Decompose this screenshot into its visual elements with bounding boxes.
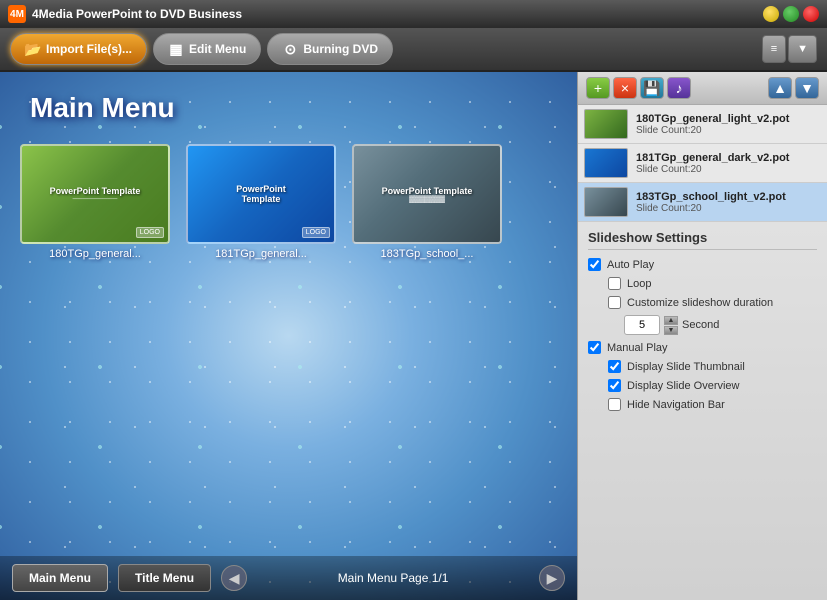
slides-grid: PowerPoint Template ───────── LOGO 180TG… xyxy=(0,134,577,270)
duration-spinner: ▲ ▼ xyxy=(664,316,678,335)
import-button[interactable]: 📂 Import File(s)... xyxy=(10,33,147,65)
template-info: 183TGp_school_light_v2.pot Slide Count:2… xyxy=(636,191,821,214)
burning-dvd-icon: ⊙ xyxy=(282,41,298,57)
template-info: 181TGp_general_dark_v2.pot Slide Count:2… xyxy=(636,152,821,175)
display-thumb-label[interactable]: Display Slide Thumbnail xyxy=(627,361,745,373)
slide-item[interactable]: PowerPoint Template ▓▓▓▓▓▓▓ 183TGp_schoo… xyxy=(352,144,502,260)
template-name: 183TGp_school_light_v2.pot xyxy=(636,191,821,203)
template-thumbnail xyxy=(584,187,628,217)
right-panel: + × 💾 ♪ ▲ ▼ 180TGp_gener xyxy=(577,72,827,600)
maximize-button[interactable] xyxy=(783,6,799,22)
slide-thumbnail: PowerPoint Template LOGO xyxy=(186,144,336,244)
minimize-button[interactable] xyxy=(763,6,779,22)
main-content: Main Menu PowerPoint Template ───────── … xyxy=(0,72,827,600)
toolbar: 📂 Import File(s)... ▦ Edit Menu ⊙ Burnin… xyxy=(0,28,827,72)
app-title: 4Media PowerPoint to DVD Business xyxy=(32,7,763,21)
music-button[interactable]: ♪ xyxy=(667,77,691,99)
slide-thumbnail: PowerPoint Template ▓▓▓▓▓▓▓ xyxy=(352,144,502,244)
template-info: 180TGp_general_light_v2.pot Slide Count:… xyxy=(636,113,821,136)
hide-nav-label[interactable]: Hide Navigation Bar xyxy=(627,399,725,411)
customize-row: Customize slideshow duration xyxy=(608,296,817,309)
list-toolbar: + × 💾 ♪ ▲ ▼ xyxy=(578,72,827,105)
import-icon: 📂 xyxy=(25,41,41,57)
preview-title: Main Menu xyxy=(0,72,577,134)
save-template-button[interactable]: 💾 xyxy=(640,77,664,99)
duration-row: ▲ ▼ Second xyxy=(624,315,817,335)
add-template-button[interactable]: + xyxy=(586,77,610,99)
display-overview-label[interactable]: Display Slide Overview xyxy=(627,380,739,392)
template-thumbnail xyxy=(584,109,628,139)
loop-label[interactable]: Loop xyxy=(627,278,651,290)
manual-play-row: Manual Play xyxy=(588,341,817,354)
preview-bottom: Main Menu Title Menu ◀ Main Menu Page 1/… xyxy=(0,556,577,600)
preview-area: Main Menu PowerPoint Template ───────── … xyxy=(0,72,577,600)
customize-label[interactable]: Customize slideshow duration xyxy=(627,297,773,309)
remove-template-button[interactable]: × xyxy=(613,77,637,99)
slide-item[interactable]: PowerPoint Template LOGO 181TGp_general.… xyxy=(186,144,336,260)
auto-play-label[interactable]: Auto Play xyxy=(607,259,654,271)
template-slide-count: Slide Count:20 xyxy=(636,203,821,214)
template-item[interactable]: 181TGp_general_dark_v2.pot Slide Count:2… xyxy=(578,144,827,183)
display-overview-row: Display Slide Overview xyxy=(608,379,817,392)
main-menu-button[interactable]: Main Menu xyxy=(12,564,108,592)
slide-name: 181TGp_general... xyxy=(215,248,307,260)
spinner-down-button[interactable]: ▼ xyxy=(664,326,678,335)
template-slide-count: Slide Count:20 xyxy=(636,125,821,136)
second-label: Second xyxy=(682,319,719,331)
manual-play-checkbox[interactable] xyxy=(588,341,601,354)
close-button[interactable] xyxy=(803,6,819,22)
hide-nav-row: Hide Navigation Bar xyxy=(608,398,817,411)
list-view-button[interactable]: ≡ xyxy=(762,35,786,63)
slide-item[interactable]: PowerPoint Template ───────── LOGO 180TG… xyxy=(20,144,170,260)
page-info: Main Menu Page 1/1 xyxy=(257,571,529,585)
customize-checkbox[interactable] xyxy=(608,296,621,309)
toolbar-right: ≡ ▼ xyxy=(762,35,817,63)
app-icon: 4M xyxy=(8,5,26,23)
template-list: 180TGp_general_light_v2.pot Slide Count:… xyxy=(578,105,827,222)
settings-title: Slideshow Settings xyxy=(588,230,817,250)
move-up-button[interactable]: ▲ xyxy=(768,77,792,99)
auto-play-row: Auto Play xyxy=(588,258,817,271)
title-menu-button[interactable]: Title Menu xyxy=(118,564,211,592)
slide-name: 180TGp_general... xyxy=(49,248,141,260)
slide-thumbnail: PowerPoint Template ───────── LOGO xyxy=(20,144,170,244)
template-item[interactable]: 183TGp_school_light_v2.pot Slide Count:2… xyxy=(578,183,827,222)
hide-nav-checkbox[interactable] xyxy=(608,398,621,411)
auto-play-checkbox[interactable] xyxy=(588,258,601,271)
spinner-up-button[interactable]: ▲ xyxy=(664,316,678,325)
burning-dvd-button[interactable]: ⊙ Burning DVD xyxy=(267,33,393,65)
display-thumb-row: Display Slide Thumbnail xyxy=(608,360,817,373)
edit-menu-icon: ▦ xyxy=(168,41,184,57)
titlebar: 4M 4Media PowerPoint to DVD Business xyxy=(0,0,827,28)
window-controls xyxy=(763,6,819,22)
template-name: 181TGp_general_dark_v2.pot xyxy=(636,152,821,164)
settings-area: Slideshow Settings Auto Play Loop Custom… xyxy=(578,222,827,600)
loop-row: Loop xyxy=(608,277,817,290)
template-thumbnail xyxy=(584,148,628,178)
loop-checkbox[interactable] xyxy=(608,277,621,290)
move-down-button[interactable]: ▼ xyxy=(795,77,819,99)
next-page-button[interactable]: ▶ xyxy=(539,565,565,591)
display-overview-checkbox[interactable] xyxy=(608,379,621,392)
slide-name: 183TGp_school_... xyxy=(381,248,474,260)
template-name: 180TGp_general_light_v2.pot xyxy=(636,113,821,125)
template-item[interactable]: 180TGp_general_light_v2.pot Slide Count:… xyxy=(578,105,827,144)
duration-input[interactable] xyxy=(624,315,660,335)
dropdown-button[interactable]: ▼ xyxy=(788,35,817,63)
edit-menu-button[interactable]: ▦ Edit Menu xyxy=(153,33,261,65)
template-slide-count: Slide Count:20 xyxy=(636,164,821,175)
manual-play-label[interactable]: Manual Play xyxy=(607,342,668,354)
display-thumb-checkbox[interactable] xyxy=(608,360,621,373)
prev-page-button[interactable]: ◀ xyxy=(221,565,247,591)
